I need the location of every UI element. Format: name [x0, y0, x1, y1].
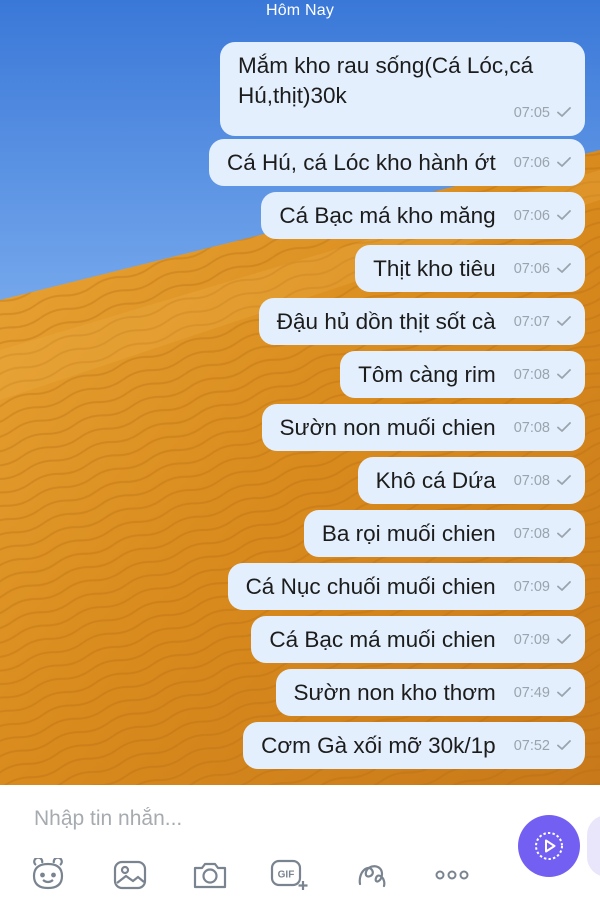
- delivered-check-icon: [550, 155, 571, 171]
- message-bubble[interactable]: Sườn non kho thơm 07:49: [275, 669, 585, 716]
- message-text: Sườn non muối chien: [279, 414, 496, 440]
- message-meta: 07:05: [514, 98, 571, 128]
- send-video-button[interactable]: [518, 815, 580, 877]
- message-time: 07:52: [513, 737, 550, 754]
- delivered-check-icon: [550, 208, 571, 224]
- message-meta: 07:08: [514, 473, 571, 489]
- doodle-icon[interactable]: [352, 855, 392, 895]
- message-bubble[interactable]: Cơm Gà xối mỡ 30k/1p 07:52: [243, 722, 585, 769]
- delivered-check-icon: [550, 98, 571, 128]
- message-time: 07:06: [513, 207, 550, 224]
- composer-bar: GIF: [0, 785, 600, 907]
- message-text: Ba rọi muối chien: [321, 520, 496, 546]
- message-text: Tôm càng rim: [358, 361, 496, 387]
- delivered-check-icon: [550, 261, 571, 277]
- delivered-check-icon: [550, 685, 571, 701]
- message-bubble[interactable]: Cá Bạc má muối chien 07:09: [251, 616, 585, 663]
- message-time: 07:06: [513, 260, 550, 277]
- message-input[interactable]: [34, 803, 454, 835]
- message-bubble[interactable]: Khô cá Dứa 07:08: [357, 457, 585, 504]
- message-time: 07:08: [513, 472, 550, 489]
- delivered-check-icon: [550, 632, 571, 648]
- message-meta: 07:52: [514, 738, 571, 754]
- message-bubble[interactable]: Cá Nục chuối muối chien 07:09: [227, 563, 585, 610]
- message-time: 07:08: [513, 366, 550, 383]
- message-text: Cá Bạc má kho măng: [279, 202, 496, 228]
- more-icon[interactable]: [432, 855, 472, 895]
- delivered-check-icon: [550, 367, 571, 383]
- svg-text:GIF: GIF: [278, 870, 295, 881]
- message-time: 07:05: [513, 105, 550, 121]
- message-bubble[interactable]: Đậu hủ dồn thịt sốt cà 07:07: [258, 298, 585, 345]
- message-meta: 07:09: [514, 579, 571, 595]
- message-bubble[interactable]: Sườn non muối chien 07:08: [261, 404, 585, 451]
- message-bubble[interactable]: Thịt kho tiêu 07:06: [355, 245, 585, 292]
- sticker-icon[interactable]: [28, 855, 68, 895]
- message-meta: 07:06: [514, 208, 571, 224]
- day-separator: Hôm Nay: [265, 2, 335, 19]
- send-video-icon: [535, 832, 563, 860]
- message-time: 07:49: [513, 684, 550, 701]
- message-text: Đậu hủ dồn thịt sốt cà: [276, 308, 496, 334]
- message-meta: 07:09: [514, 632, 571, 648]
- message-text: Cơm Gà xối mỡ 30k/1p: [261, 732, 496, 758]
- message-time: 07:09: [513, 631, 550, 648]
- delivered-check-icon: [550, 314, 571, 330]
- message-time: 07:06: [513, 154, 550, 171]
- side-action-button[interactable]: [587, 815, 600, 877]
- message-meta: 07:07: [514, 314, 571, 330]
- message-text: Cá Bạc má muối chien: [269, 626, 496, 652]
- message-time: 07:07: [513, 313, 550, 330]
- message-bubble[interactable]: Mắm kho rau sống(Cá Lóc,cá Hú,thịt)30k 07…: [220, 42, 585, 136]
- delivered-check-icon: [550, 473, 571, 489]
- message-meta: 07:49: [514, 685, 571, 701]
- message-text: Cá Hú, cá Lóc kho hành ớt: [227, 149, 496, 175]
- delivered-check-icon: [550, 579, 571, 595]
- message-bubble[interactable]: Cá Bạc má kho măng 07:06: [261, 192, 585, 239]
- message-bubble[interactable]: Tôm càng rim 07:08: [340, 351, 585, 398]
- delivered-check-icon: [550, 526, 571, 542]
- message-text: Sườn non kho thơm: [293, 679, 496, 705]
- message-time: 07:09: [513, 578, 550, 595]
- message-meta: 07:08: [514, 526, 571, 542]
- message-meta: 07:08: [514, 420, 571, 436]
- delivered-check-icon: [550, 420, 571, 436]
- message-text: Thịt kho tiêu: [373, 255, 496, 281]
- gallery-icon[interactable]: [110, 855, 150, 895]
- delivered-check-icon: [550, 738, 571, 754]
- message-meta: 07:06: [514, 155, 571, 171]
- camera-icon[interactable]: [190, 855, 230, 895]
- message-bubble[interactable]: Ba rọi muối chien 07:08: [303, 510, 585, 557]
- message-text: Mắm kho rau sống(Cá Lóc,cá Hú,thịt)30k: [238, 53, 534, 108]
- message-text: Khô cá Dứa: [375, 467, 496, 493]
- message-meta: 07:08: [514, 367, 571, 383]
- message-time: 07:08: [513, 525, 550, 542]
- message-meta: 07:06: [514, 261, 571, 277]
- message-time: 07:08: [513, 419, 550, 436]
- message-text: Cá Nục chuối muối chien: [245, 573, 496, 599]
- gif-icon[interactable]: GIF: [269, 855, 309, 895]
- message-bubble[interactable]: Cá Hú, cá Lóc kho hành ớt 07:06: [209, 139, 585, 186]
